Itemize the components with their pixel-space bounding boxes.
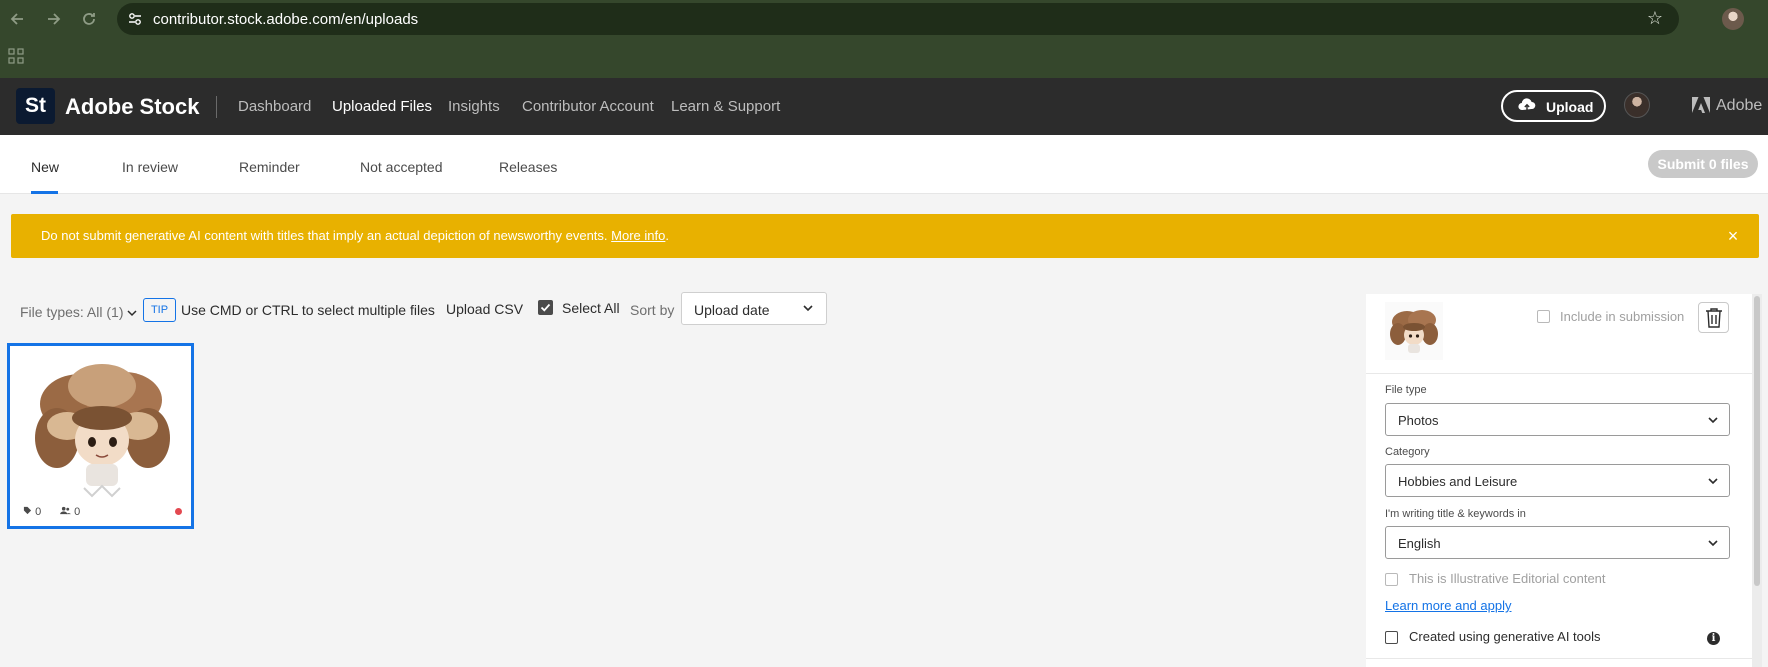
tip-badge: TIP (143, 298, 176, 322)
tab-releases[interactable]: Releases (499, 159, 557, 175)
tab-not-accepted[interactable]: Not accepted (360, 159, 443, 175)
people-count: 0 (60, 506, 80, 518)
select-all-label[interactable]: Select All (562, 300, 620, 316)
url-text[interactable]: contributor.stock.adobe.com/en/uploads (153, 11, 418, 28)
header-divider (216, 96, 217, 118)
category-value: Hobbies and Leisure (1398, 474, 1518, 489)
chevron-down-icon (1708, 540, 1718, 547)
file-type-label: File type (1385, 384, 1427, 396)
bookmark-star-icon[interactable]: ☆ (1647, 8, 1663, 29)
upload-csv-button[interactable]: Upload CSV (446, 301, 523, 317)
include-in-submission-label[interactable]: Include in submission (1560, 309, 1684, 324)
site-info-icon[interactable] (127, 11, 143, 27)
scrollbar-handle[interactable] (1754, 296, 1760, 586)
adobe-stock-logo[interactable]: St (16, 88, 55, 124)
selected-file-preview (1385, 302, 1443, 360)
tag-icon (23, 506, 32, 515)
generative-ai-warning-banner: Do not submit generative AI content with… (11, 214, 1759, 258)
file-thumbnail-card[interactable]: 0 0 (7, 343, 194, 529)
checkmark-icon (540, 303, 551, 312)
generative-ai-checkbox[interactable] (1385, 631, 1398, 644)
generative-ai-label[interactable]: Created using generative AI tools (1409, 629, 1601, 644)
language-value: English (1398, 536, 1441, 551)
more-info-link[interactable]: More info (611, 228, 665, 243)
file-types-filter[interactable]: File types: All (1) (20, 304, 137, 320)
adobe-link[interactable]: Adobe (1716, 97, 1762, 115)
upload-button[interactable]: Upload (1501, 90, 1606, 122)
sort-select-value: Upload date (694, 302, 770, 318)
status-tabs: New In review Reminder Not accepted Rele… (0, 135, 1768, 194)
language-select[interactable]: English (1385, 526, 1730, 559)
browser-profile-avatar[interactable] (1722, 8, 1744, 30)
chevron-down-icon (803, 305, 813, 312)
tip-text: Use CMD or CTRL to select multiple files (181, 302, 435, 318)
user-avatar[interactable] (1624, 92, 1650, 118)
nav-dashboard[interactable]: Dashboard (238, 98, 311, 115)
top-navigation-bar: St Adobe Stock Dashboard Uploaded Files … (0, 78, 1768, 135)
trash-icon (1706, 308, 1722, 328)
panel-scrollbar[interactable] (1752, 294, 1762, 667)
submit-files-button[interactable]: Submit 0 files (1648, 150, 1758, 178)
nav-insights[interactable]: Insights (448, 98, 500, 115)
banner-message: Do not submit generative AI content with… (41, 228, 669, 243)
chevron-down-icon (1708, 478, 1718, 485)
tab-reminder[interactable]: Reminder (239, 159, 300, 175)
panel-divider (1366, 373, 1752, 374)
keywords-count: 0 (23, 506, 41, 518)
reload-icon[interactable] (79, 9, 99, 29)
file-type-select[interactable]: Photos (1385, 403, 1730, 436)
select-all-checkbox[interactable] (538, 300, 553, 315)
nav-uploaded-files[interactable]: Uploaded Files (332, 98, 432, 115)
include-in-submission-checkbox[interactable] (1537, 310, 1550, 323)
nav-learn-support[interactable]: Learn & Support (671, 98, 780, 115)
panel-divider (1366, 658, 1752, 659)
sort-by-label: Sort by (630, 302, 675, 318)
brand-name[interactable]: Adobe Stock (65, 94, 199, 120)
learn-more-link[interactable]: Learn more and apply (1385, 598, 1511, 613)
illustrative-editorial-checkbox[interactable] (1385, 573, 1398, 586)
cloud-upload-icon (1518, 98, 1536, 112)
browser-chrome: contributor.stock.adobe.com/en/uploads ☆ (0, 0, 1768, 78)
file-type-value: Photos (1398, 413, 1439, 428)
delete-file-button[interactable] (1698, 302, 1729, 333)
tab-in-review[interactable]: In review (122, 159, 178, 175)
active-tab-indicator (31, 191, 58, 194)
forward-icon[interactable] (43, 9, 63, 29)
nav-contributor-account[interactable]: Contributor Account (522, 98, 654, 115)
adobe-logo-icon[interactable] (1692, 97, 1710, 113)
illustrative-editorial-label[interactable]: This is Illustrative Editorial content (1409, 571, 1606, 586)
category-select[interactable]: Hobbies and Leisure (1385, 464, 1730, 497)
mushroom-doll-image (35, 364, 170, 498)
file-details-panel: Include in submission File type Photos C… (1366, 294, 1752, 667)
close-icon[interactable]: × (1723, 226, 1743, 246)
sort-select[interactable]: Upload date (681, 292, 827, 325)
address-bar[interactable]: contributor.stock.adobe.com/en/uploads ☆ (117, 3, 1679, 35)
incomplete-status-dot (175, 508, 182, 515)
chevron-down-icon (1708, 417, 1718, 424)
chevron-down-icon (127, 310, 137, 317)
people-icon (60, 506, 71, 515)
tab-new[interactable]: New (31, 159, 59, 175)
apps-grid-icon[interactable] (8, 48, 24, 64)
category-label: Category (1385, 446, 1430, 458)
language-label: I'm writing title & keywords in (1385, 508, 1526, 520)
upload-label: Upload (1546, 99, 1594, 115)
info-icon[interactable]: i (1707, 632, 1720, 645)
back-icon[interactable] (8, 9, 28, 29)
